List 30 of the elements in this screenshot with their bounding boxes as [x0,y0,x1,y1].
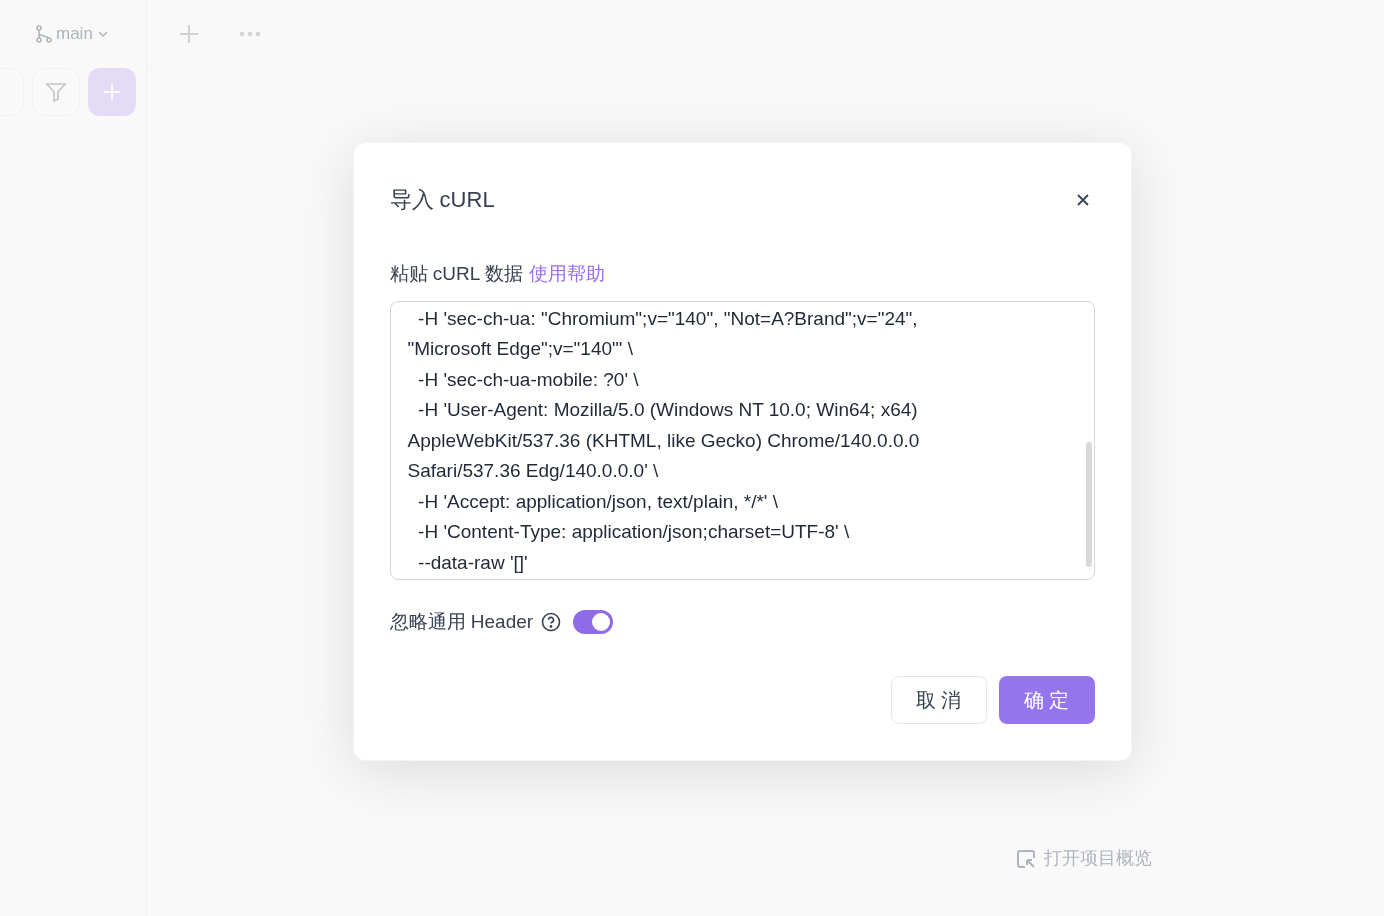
code-line: -H 'Content-Type: application/json;charset=UTF-8' \ [417,520,850,544]
code-line: Safari/537.36 Edg/140.0.0.0' \ [407,459,659,483]
toggle-switch[interactable] [573,609,614,634]
filter-icon [45,81,67,103]
code-line: -H 'Accept: application/json, text/plain, */*' \ [417,489,779,514]
code-line: -H 'User-Agent: Mozilla/5.0 (Windows NT 10.0; Win64; x64) [417,398,918,422]
filter-button[interactable] [32,68,80,116]
help-link[interactable]: 使用帮助 [528,260,605,289]
close-icon [1075,192,1090,207]
code-line: AppleWebKit/537.36 (KHTML, like Gecko) Chrome/140.0.0.0 [407,428,920,453]
branch-selector[interactable]: main [56,21,109,47]
option-label: 忽略通用 Header [389,609,534,634]
field-label: 粘贴 cURL 数据 [389,262,523,286]
add-button[interactable] [88,68,136,116]
chevron-down-icon [96,30,109,38]
code-line: -H 'sec-ch-ua: "Chromium";v="140", "Not=A?Brand";v="24", [417,306,918,331]
cancel-button[interactable]: 取 消 [890,676,987,724]
branch-icon [36,25,52,43]
scrollbar[interactable] [1085,441,1092,567]
plus-icon [103,83,121,101]
open-overview-button[interactable]: 打开项目概览 [1016,845,1152,872]
help-icon [541,611,562,632]
code-line: "Microsoft Edge";v="140"' \ [407,337,633,361]
dialog-title: 导入 cURL [389,186,495,214]
plus-icon[interactable] [179,23,199,44]
confirm-button[interactable]: 确 定 [998,676,1095,724]
curl-input-field[interactable] [389,300,1095,580]
code-line: -H 'sec-ch-ua-mobile: ?0' \ [417,367,639,392]
more-icon[interactable] [239,30,261,37]
code-line: --data-raw '[]' [417,550,528,575]
